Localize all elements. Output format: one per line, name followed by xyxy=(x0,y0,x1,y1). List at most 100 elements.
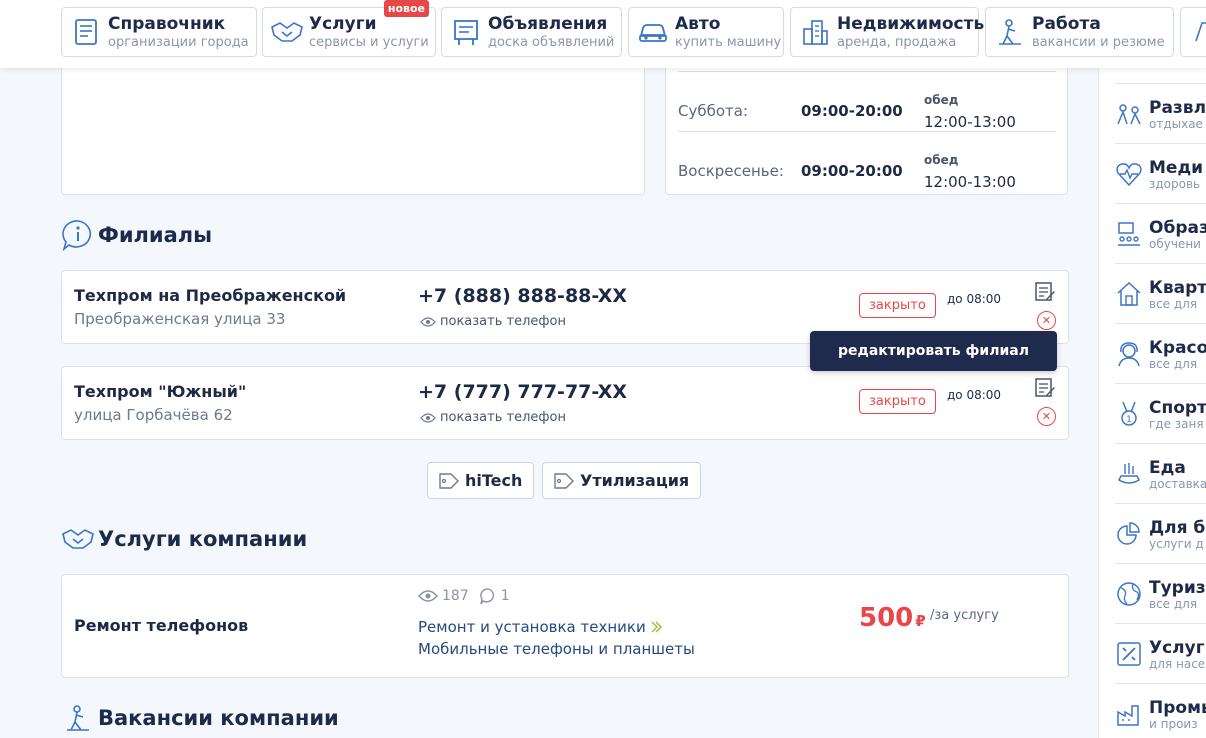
sidebar-item-subtitle: для насе xyxy=(1149,657,1206,671)
currency-symbol: ₽ xyxy=(915,612,926,630)
tag-hitech[interactable]: hiTech xyxy=(427,462,535,499)
services-heading: Услуги компании xyxy=(61,522,307,556)
more-category-icon xyxy=(1187,14,1206,50)
tag-icon xyxy=(554,472,574,489)
globe-icon xyxy=(1117,582,1141,606)
buildings-icon xyxy=(797,14,833,50)
info-icon xyxy=(61,218,95,252)
nav-subtitle: аренда, продажа xyxy=(837,34,957,50)
sidebar-item-subtitle: доставка xyxy=(1149,477,1206,491)
category-sidebar: Развле отдыхае Меди здоровь Образ обучен… xyxy=(1098,68,1206,738)
sidebar-item-title: Услуги xyxy=(1149,638,1206,658)
nav-realty-button[interactable]: Недвижимость аренда, продажа xyxy=(790,7,984,57)
eye-icon xyxy=(420,412,436,423)
sidebar-item-title: Образ xyxy=(1149,218,1206,238)
sidebar-item-apartment[interactable]: Кварт все для xyxy=(1115,263,1206,323)
price-value: 500 xyxy=(859,603,914,633)
tag-recycling[interactable]: Утилизация xyxy=(542,462,702,499)
sidebar-item-tourism[interactable]: Туризм все для xyxy=(1115,563,1206,623)
factory-icon xyxy=(1117,705,1139,726)
service-card[interactable]: Ремонт телефонов 187 1 Ремонт и установк… xyxy=(61,574,1069,678)
eye-icon xyxy=(420,316,436,327)
sidebar-item-food[interactable]: Еда доставка xyxy=(1115,443,1206,503)
eye-icon xyxy=(418,590,438,602)
food-icon xyxy=(1118,463,1140,484)
sidebar-item-beauty[interactable]: Красо все для xyxy=(1115,323,1206,383)
directory-icon xyxy=(68,14,104,50)
svg-text:1: 1 xyxy=(1126,415,1132,425)
section-title: Вакансии компании xyxy=(98,706,339,730)
edit-icon[interactable] xyxy=(1034,377,1056,399)
status-badge: закрыто xyxy=(859,389,936,414)
nav-subtitle: организации города xyxy=(108,34,249,50)
sidebar-item-subtitle: все для xyxy=(1149,357,1198,371)
lunch-label: обед xyxy=(924,93,959,107)
sidebar-item-education[interactable]: Образ обучени xyxy=(1115,203,1206,263)
sidebar-item-title: Еда xyxy=(1149,458,1186,478)
sidebar-item-sport[interactable]: 1 Спорт где заня xyxy=(1115,383,1206,443)
service-category-link[interactable]: Ремонт и установка техники xyxy=(418,618,664,636)
sidebar-item-entertainment[interactable]: Развле отдыхае xyxy=(1115,83,1206,143)
nav-more-button[interactable] xyxy=(1180,7,1206,57)
close-icon[interactable]: ✕ xyxy=(1037,407,1056,426)
nav-subtitle: вакансии и резюме xyxy=(1032,34,1165,50)
sidebar-item-title: Красо xyxy=(1149,338,1206,358)
section-title: Филиалы xyxy=(98,223,213,247)
sidebar-item-business[interactable]: Для би услуги д xyxy=(1115,503,1206,563)
sidebar-item-subtitle: отдыхае xyxy=(1149,117,1203,131)
house-icon xyxy=(1117,281,1141,306)
branches-heading: Филиалы xyxy=(61,218,212,252)
pie-chart-icon xyxy=(1117,522,1140,545)
opens-at: до 08:00 xyxy=(947,388,1002,402)
top-navigation: Справочник организации города Услуги серви… xyxy=(0,0,1206,68)
handshake-icon xyxy=(269,14,305,50)
opens-at: до 08:00 xyxy=(947,292,1002,306)
sidebar-item-services[interactable]: Услуги для насе xyxy=(1115,623,1206,683)
service-name: Ремонт телефонов xyxy=(74,616,249,635)
new-badge: новое xyxy=(383,0,429,17)
heart-pulse-icon xyxy=(1116,163,1142,187)
comment-icon xyxy=(479,588,494,605)
service-price: 500 ₽ xyxy=(859,603,926,633)
vacancies-heading: Вакансии компании xyxy=(61,701,339,735)
sidebar-item-subtitle: где заня xyxy=(1149,417,1204,431)
sidebar-item-title: Для би xyxy=(1149,518,1206,538)
sidebar-item-medicine[interactable]: Меди здоровь xyxy=(1115,143,1206,203)
tag-label: Утилизация xyxy=(580,471,690,490)
nav-directory-button[interactable]: Справочник организации города xyxy=(61,7,257,57)
nav-auto-button[interactable]: Авто купить машину xyxy=(628,7,784,57)
board-icon xyxy=(448,14,484,50)
show-phone-label: показать телефон xyxy=(440,314,566,329)
sidebar-item-subtitle: обучени xyxy=(1149,237,1201,251)
nav-ads-button[interactable]: Объявления доска объявлений xyxy=(441,7,622,57)
branch-card: Техпром "Южный" улица Горбачёва 62 +7 (7… xyxy=(61,366,1069,440)
comments-count: 1 xyxy=(500,588,510,604)
sidebar-item-title: Промы xyxy=(1149,698,1206,718)
views-count: 187 xyxy=(442,588,469,604)
nav-subtitle: доска объявлений xyxy=(488,34,615,50)
branch-name: Техпром "Южный" xyxy=(74,382,247,401)
sidebar-item-title: Кварт xyxy=(1149,278,1206,298)
nav-subtitle: купить машину xyxy=(675,34,782,50)
nav-services-button[interactable]: Услуги сервисы и услуги новое xyxy=(262,0,436,57)
nav-title: Недвижимость xyxy=(837,13,985,34)
tag-label: hiTech xyxy=(465,471,523,490)
close-icon[interactable]: ✕ xyxy=(1037,311,1056,330)
edit-icon[interactable] xyxy=(1034,281,1056,303)
classroom-icon xyxy=(1118,222,1140,246)
sidebar-item-title: Спорт xyxy=(1149,398,1206,418)
sidebar-item-industry[interactable]: Промы и произ xyxy=(1115,683,1206,738)
nav-subtitle: сервисы и услуги xyxy=(309,34,429,50)
nav-title: Объявления xyxy=(488,13,608,34)
show-phone-link[interactable]: показать телефон xyxy=(420,314,566,329)
service-subcategory-link[interactable]: Мобильные телефоны и планшеты xyxy=(418,640,695,658)
edit-branch-tooltip: редактировать филиал xyxy=(810,331,1057,371)
sidebar-item-subtitle: все для xyxy=(1149,297,1198,311)
day-label: Воскресенье: xyxy=(678,162,784,180)
section-title: Услуги компании xyxy=(98,527,308,551)
branch-phone: +7 (888) 888-88-XX xyxy=(418,285,628,307)
show-phone-link[interactable]: показать телефон xyxy=(420,410,566,425)
show-phone-label: показать телефон xyxy=(440,410,566,425)
nav-work-button[interactable]: Работа вакансии и резюме xyxy=(985,7,1174,57)
category-label: Ремонт и установка техники xyxy=(418,618,646,636)
